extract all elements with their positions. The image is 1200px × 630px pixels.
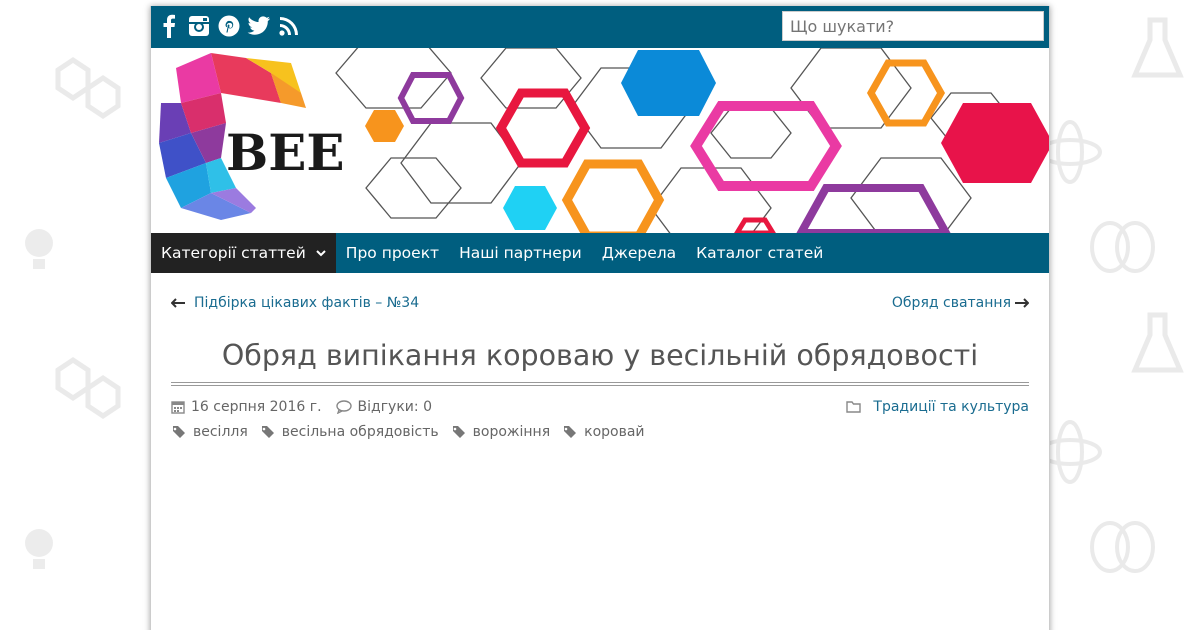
- meta-category[interactable]: Традиції та культура: [846, 399, 1029, 415]
- prev-post-label: Підбірка цікавих фактів – №34: [194, 295, 420, 311]
- article-tags: весілля весільна обрядовість ворожіння к…: [171, 421, 1029, 443]
- site-banner: BEE: [151, 48, 1049, 233]
- comment-icon: [335, 400, 352, 414]
- tag-link[interactable]: коровай: [584, 424, 644, 440]
- social-links: [157, 13, 301, 39]
- folder-icon: [846, 401, 862, 413]
- bulb-doodle-left-2: [25, 529, 53, 569]
- tag-icon: [451, 425, 467, 439]
- rss-icon[interactable]: [277, 13, 301, 39]
- nav-item-categories[interactable]: Категорії статтей: [151, 233, 336, 273]
- nav-item-label: Джерела: [601, 244, 677, 262]
- search-input[interactable]: [782, 11, 1044, 41]
- banner-hexagons: BEE: [159, 48, 1049, 233]
- article-date: 16 серпня 2016 г.: [191, 399, 322, 415]
- article-title: Обряд випікання короваю у весільній обря…: [221, 339, 979, 372]
- arrow-left-icon: [171, 298, 185, 308]
- nav-item-label: Про проект: [345, 244, 440, 262]
- nav-item-about[interactable]: Про проект: [336, 233, 449, 273]
- page-container: BEE Категорії статтей Про проект Наші па…: [150, 6, 1050, 630]
- chevron-down-icon: [316, 249, 326, 257]
- nav-item-catalog[interactable]: Каталог статей: [686, 233, 833, 273]
- category-link[interactable]: Традиції та культура: [873, 399, 1029, 415]
- article-meta: 16 серпня 2016 г. Відгуки: 0 Традиції та…: [171, 399, 1029, 421]
- site-logo[interactable]: BEE: [159, 53, 344, 220]
- facebook-icon[interactable]: [157, 13, 181, 39]
- arrow-right-icon: [1015, 298, 1029, 308]
- comments-count[interactable]: Відгуки: 0: [358, 399, 432, 415]
- flask-doodle-right-2: [1131, 312, 1184, 373]
- tag-link[interactable]: весільна обрядовість: [282, 424, 439, 440]
- tag-icon: [260, 425, 276, 439]
- brain-doodle-right-2: [1090, 521, 1155, 573]
- instagram-icon[interactable]: [187, 13, 211, 39]
- molecule-doodle-left-2: [55, 356, 121, 420]
- meta-left: 16 серпня 2016 г. Відгуки: 0: [171, 399, 432, 415]
- title-divider: [171, 382, 1029, 386]
- tag-link[interactable]: весілля: [193, 424, 248, 440]
- tag-icon: [562, 425, 578, 439]
- bulb-doodle-left: [25, 229, 53, 269]
- main-nav: Категорії статтей Про проект Наші партне…: [151, 233, 1049, 273]
- next-post-label: Обряд сватання: [891, 295, 1011, 311]
- nav-item-partners[interactable]: Наші партнери: [449, 233, 592, 273]
- flask-doodle-right: [1131, 17, 1184, 78]
- prev-post-link[interactable]: Підбірка цікавих фактів – №34: [171, 295, 419, 311]
- top-bar: [151, 6, 1049, 48]
- svg-text:BEE: BEE: [226, 123, 344, 182]
- twitter-icon[interactable]: [247, 13, 271, 39]
- molecule-doodle-left: [55, 56, 121, 120]
- next-post-link[interactable]: Обряд сватання: [892, 295, 1029, 311]
- nav-item-label: Категорії статтей: [161, 244, 306, 262]
- pinterest-icon[interactable]: [217, 13, 241, 39]
- post-navigation: Підбірка цікавих фактів – №34 Обряд сват…: [151, 273, 1049, 333]
- tag-link[interactable]: ворожіння: [473, 424, 551, 440]
- brain-doodle-right: [1090, 221, 1155, 273]
- tag-icon: [171, 425, 187, 439]
- nav-item-label: Каталог статей: [696, 244, 824, 262]
- calendar-icon: [171, 400, 185, 414]
- nav-item-sources[interactable]: Джерела: [592, 233, 686, 273]
- nav-item-label: Наші партнери: [459, 244, 582, 262]
